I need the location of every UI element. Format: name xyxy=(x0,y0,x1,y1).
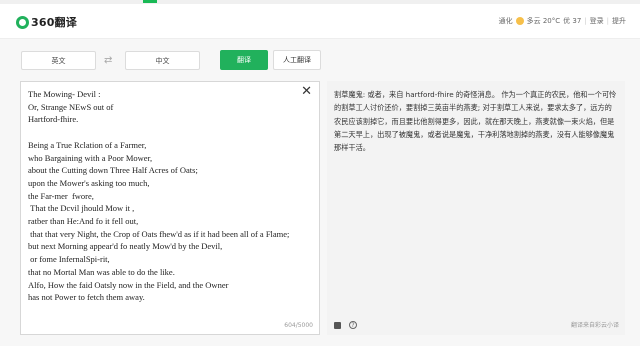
sun-icon xyxy=(515,17,524,25)
site-header: 360翻译 通化 多云 20°C 优 37 | 登录 | 提升 xyxy=(0,4,640,39)
source-language-select[interactable]: 英文 xyxy=(21,51,96,70)
swap-languages-icon[interactable]: ⇄ xyxy=(104,56,112,66)
air-quality: 优 37 xyxy=(563,17,582,25)
source-text[interactable]: The Mowing- Devil : Or, Strange NEwS out… xyxy=(28,88,306,304)
logo-text: 360翻译 xyxy=(31,16,77,29)
weather-info: 通化 多云 20°C 优 37 | 登录 | 提升 xyxy=(499,16,626,26)
divider: | xyxy=(606,17,609,25)
main-area: 英文 ⇄ 中文 翻译 人工翻译 ✕ The Mowing- Devil : Or… xyxy=(0,39,640,346)
translate-button[interactable]: 翻译 xyxy=(220,50,268,70)
translation-result-panel: 割草魔鬼: 或者，来自 hartford-fhire 的奇怪消息。 作为一个真正… xyxy=(327,81,625,335)
result-actions: ? xyxy=(334,321,357,329)
char-counter: 604/5000 xyxy=(284,322,313,329)
login-link[interactable]: 登录 xyxy=(590,16,604,26)
translation-text: 割草魔鬼: 或者，来自 hartford-fhire 的奇怪消息。 作为一个真正… xyxy=(334,90,617,153)
copy-icon[interactable] xyxy=(334,321,341,329)
settings-link[interactable]: 提升 xyxy=(612,16,626,26)
help-icon[interactable]: ? xyxy=(349,321,357,329)
weather-condition: 多云 20°C xyxy=(526,17,561,25)
target-language-select[interactable]: 中文 xyxy=(125,51,200,70)
logo-icon xyxy=(16,15,29,29)
human-translate-button[interactable]: 人工翻译 xyxy=(273,50,321,70)
translation-source-note: 翻译来自彩云小译 xyxy=(570,322,619,329)
active-tab-indicator xyxy=(143,0,157,3)
divider: | xyxy=(584,17,587,25)
logo[interactable]: 360翻译 xyxy=(16,14,77,30)
weather-city[interactable]: 通化 xyxy=(499,16,513,26)
source-input-panel[interactable]: ✕ The Mowing- Devil : Or, Strange NEwS o… xyxy=(20,81,320,335)
